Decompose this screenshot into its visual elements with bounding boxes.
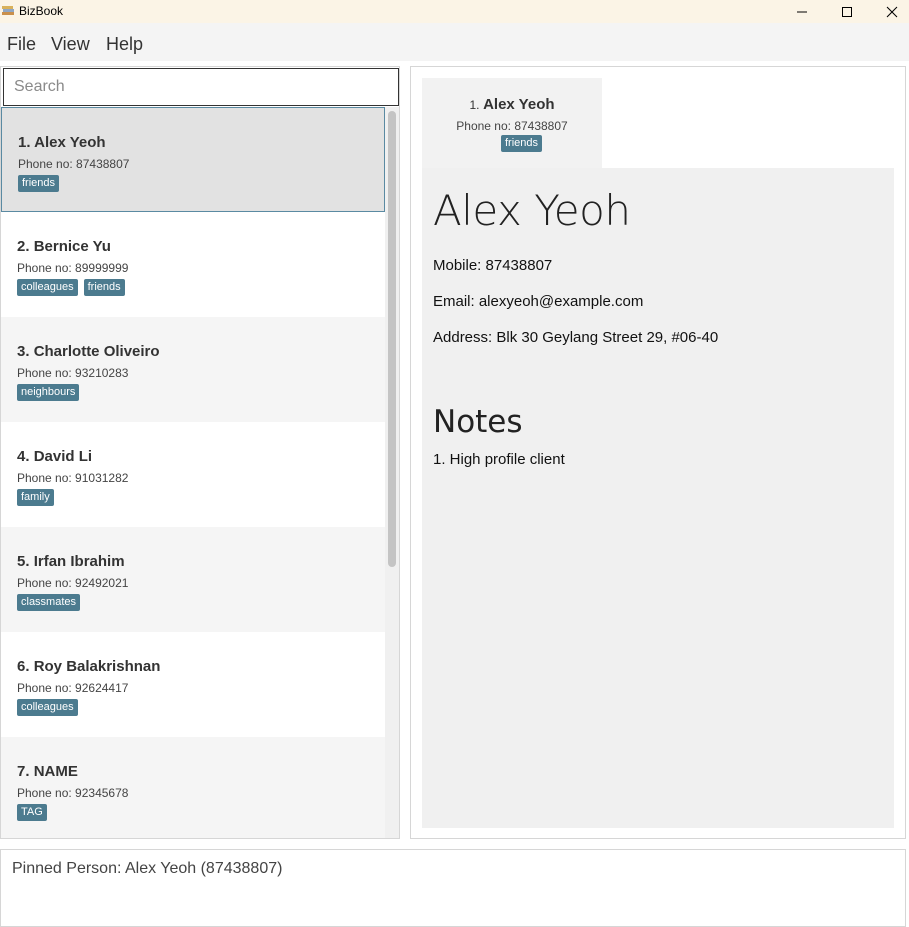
person-name: 3. Charlotte Oliveiro [17, 343, 160, 360]
person-name-text: Bernice Yu [33, 238, 111, 255]
maximize-icon [842, 6, 852, 17]
tag-list: classmates [17, 594, 81, 611]
person-list-panel: 1. Alex Yeoh Phone no: 87438807 friends … [0, 66, 400, 839]
person-phone: Phone no: 92345678 [17, 786, 129, 800]
person-phone: Phone no: 93210283 [17, 366, 129, 380]
detail-address: Address: Blk 30 Geylang Street 29, #06-4… [433, 329, 719, 346]
person-name: 4. David Li [17, 448, 92, 465]
close-button[interactable] [869, 0, 909, 23]
person-index: 3. [17, 343, 30, 360]
app-icon [2, 6, 14, 15]
pinned-name: 1. Alex Yeoh [422, 96, 602, 113]
person-name: 5. Irfan Ibrahim [17, 553, 125, 570]
tag: friends [83, 279, 125, 296]
tag: family [17, 489, 54, 506]
person-list[interactable]: 1. Alex Yeoh Phone no: 87438807 friends … [1, 107, 385, 838]
person-index: 7. [17, 763, 30, 780]
person-card[interactable]: 4. David Li Phone no: 91031282 family [1, 422, 385, 527]
person-name-text: Charlotte Oliveiro [33, 343, 160, 360]
person-phone: Phone no: 92624417 [17, 681, 129, 695]
detail-card: Alex Yeoh Mobile: 87438807 Email: alexye… [422, 168, 894, 828]
pinned-phone: Phone no: 87438807 [456, 119, 568, 133]
person-name-text: David Li [33, 448, 93, 465]
person-index: 2. [17, 238, 30, 255]
person-card[interactable]: 1. Alex Yeoh Phone no: 87438807 friends [1, 107, 385, 212]
search-input[interactable] [3, 68, 399, 106]
note-item: 1. High profile client [433, 451, 565, 468]
person-name-text: Roy Balakrishnan [33, 658, 161, 675]
tag: neighbours [17, 384, 80, 401]
person-phone: Phone no: 91031282 [17, 471, 129, 485]
menu-file[interactable]: File [7, 34, 36, 55]
title-bar: BizBook [0, 0, 909, 23]
person-name-text: NAME [33, 763, 78, 780]
scrollbar-thumb[interactable] [388, 111, 396, 567]
person-name: 6. Roy Balakrishnan [17, 658, 160, 675]
tag: classmates [17, 594, 81, 611]
person-name-text: Irfan Ibrahim [33, 553, 125, 570]
person-index: 6. [17, 658, 30, 675]
detail-mobile: Mobile: 87438807 [433, 257, 553, 274]
notes-heading: Notes [433, 404, 523, 440]
minimize-button[interactable] [779, 0, 825, 23]
pinned-tag: friends [501, 135, 543, 152]
minimize-icon [797, 11, 807, 12]
person-phone: Phone no: 87438807 [18, 157, 130, 171]
tag-list: family [17, 489, 54, 506]
person-card[interactable]: 5. Irfan Ibrahim Phone no: 92492021 clas… [1, 527, 385, 632]
person-name: 7. NAME [17, 763, 78, 780]
pinned-name-text: Alex Yeoh [483, 96, 555, 113]
person-name: 1. Alex Yeoh [18, 134, 106, 151]
window-title: BizBook [19, 4, 64, 18]
person-card[interactable]: 7. NAME Phone no: 92345678 TAG [1, 737, 385, 838]
person-phone: Phone no: 89999999 [17, 261, 129, 275]
menu-view[interactable]: View [51, 34, 90, 55]
person-card[interactable]: 3. Charlotte Oliveiro Phone no: 93210283… [1, 317, 385, 422]
menu-help[interactable]: Help [106, 34, 143, 55]
person-index: 5. [17, 553, 30, 570]
tag: TAG [17, 804, 47, 821]
tag: colleagues [17, 279, 78, 296]
pinned-index: 1. [469, 98, 480, 112]
tag-list: colleagues [17, 699, 78, 716]
person-detail-panel: 1. Alex Yeoh Phone no: 87438807 friends … [410, 66, 906, 839]
person-phone: Phone no: 92492021 [17, 576, 129, 590]
result-text: Pinned Person: Alex Yeoh (87438807) [12, 860, 283, 877]
tag-list: TAG [17, 804, 47, 821]
list-scrollbar[interactable] [385, 107, 399, 838]
tag: friends [18, 175, 60, 192]
tag: colleagues [17, 699, 78, 716]
tag-list: colleagues friends [17, 279, 125, 296]
person-index: 4. [17, 448, 30, 465]
result-display: Pinned Person: Alex Yeoh (87438807) [0, 849, 906, 927]
pinned-person-card[interactable]: 1. Alex Yeoh Phone no: 87438807 friends [422, 78, 602, 168]
close-icon [886, 6, 898, 17]
tag-list: friends [18, 175, 60, 192]
tag-list: neighbours [17, 384, 80, 401]
detail-email: Email: alexyeoh@example.com [433, 293, 644, 310]
maximize-button[interactable] [824, 0, 870, 23]
person-index: 1. [18, 134, 31, 151]
menu-bar: File View Help [0, 23, 909, 61]
person-name-text: Alex Yeoh [34, 134, 106, 151]
person-card[interactable]: 2. Bernice Yu Phone no: 89999999 colleag… [1, 212, 385, 317]
detail-name: Alex Yeoh [433, 186, 631, 235]
person-name: 2. Bernice Yu [17, 238, 111, 255]
person-card[interactable]: 6. Roy Balakrishnan Phone no: 92624417 c… [1, 632, 385, 737]
